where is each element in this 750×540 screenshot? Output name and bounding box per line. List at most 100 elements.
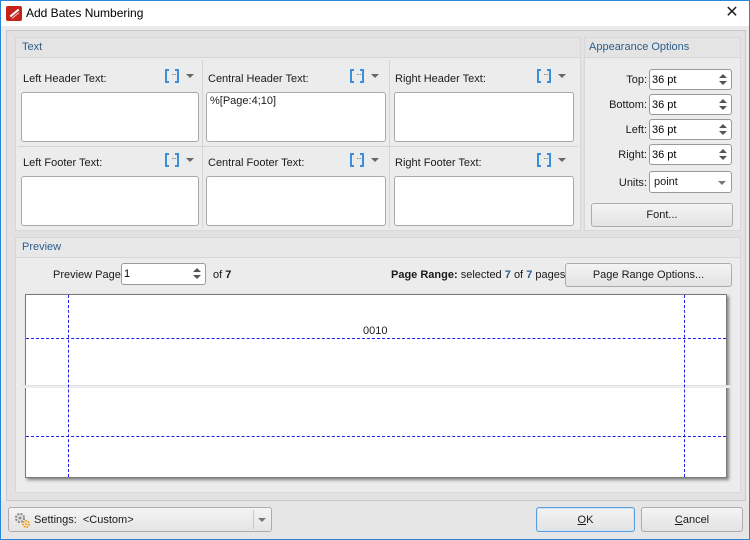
settings-gear-icon	[14, 512, 30, 528]
right-header-input[interactable]	[394, 92, 574, 142]
bottom-margin-spinbox[interactable]	[649, 94, 732, 115]
left-header-input[interactable]	[21, 92, 199, 142]
left-footer-input[interactable]	[21, 176, 199, 226]
left-margin-guide	[68, 295, 69, 477]
insert-macro-icon: ···	[165, 69, 179, 83]
ok-accelerator: O	[577, 513, 587, 526]
central-header-macro-button[interactable]: ···	[346, 65, 384, 86]
cancel-label: ancel	[682, 513, 710, 526]
central-footer-label: Central Footer Text:	[208, 157, 305, 169]
bottom-margin-input[interactable]	[652, 97, 714, 112]
divider	[389, 60, 390, 228]
units-label: Units:	[618, 177, 647, 189]
cancel-accelerator: C	[674, 513, 683, 526]
central-footer-macro-button[interactable]: ···	[346, 149, 384, 170]
left-footer-cell: Left Footer Text: ···	[20, 146, 202, 230]
settings-dropdown[interactable]: Settings: <Custom>	[8, 507, 272, 532]
preview-page-total: of 7	[213, 269, 231, 281]
units-select[interactable]: point	[649, 171, 732, 193]
left-margin-spinbox[interactable]	[649, 119, 732, 140]
text-group-title: Text	[16, 38, 580, 58]
right-margin-spinbox[interactable]	[649, 144, 732, 165]
insert-macro-icon: ···	[537, 69, 551, 83]
right-margin-input[interactable]	[652, 147, 714, 162]
total-pages: 7	[225, 269, 232, 281]
appearance-options-group: Appearance Options Top: Bottom: Left: Ri…	[584, 37, 741, 231]
central-header-label: Central Header Text:	[208, 73, 309, 85]
text-group: Text Left Header Text: ··· Central Heade…	[15, 37, 581, 231]
chevron-down-icon	[558, 74, 566, 78]
preview-page-label: Preview Page	[53, 269, 121, 281]
divider	[202, 60, 203, 228]
insert-macro-icon: ···	[537, 153, 551, 167]
bottom-margin-label: Bottom:	[609, 99, 647, 111]
top-margin-input[interactable]	[652, 72, 714, 87]
chevron-down-icon	[558, 158, 566, 162]
close-icon: ✕	[725, 4, 739, 21]
settings-label: Settings:	[34, 514, 77, 526]
insert-macro-icon: ···	[350, 153, 364, 167]
right-header-cell: Right Header Text: ···	[392, 62, 578, 146]
units-value: point	[654, 176, 678, 188]
of-label: of	[213, 269, 223, 281]
right-footer-cell: Right Footer Text: ···	[392, 146, 578, 230]
spin-arrows-icon[interactable]	[719, 73, 727, 86]
central-header-input[interactable]	[206, 92, 386, 142]
insert-macro-icon: ···	[350, 69, 364, 83]
page-range-total-count: 7	[526, 269, 533, 281]
chevron-down-icon	[258, 518, 266, 522]
page-range-suffix: pages	[535, 269, 566, 281]
left-margin-input[interactable]	[652, 122, 714, 137]
spin-arrows-icon[interactable]	[193, 267, 201, 280]
window-title: Add Bates Numbering	[26, 6, 144, 20]
page-separator	[21, 385, 731, 388]
cancel-button[interactable]: Cancel	[641, 507, 743, 532]
title-bar: Add Bates Numbering ✕	[1, 1, 749, 26]
top-margin-guide	[26, 338, 726, 339]
font-button[interactable]: Font...	[591, 203, 733, 227]
left-footer-label: Left Footer Text:	[23, 157, 103, 169]
settings-text: Settings: <Custom>	[34, 514, 134, 526]
add-bates-numbering-dialog: Add Bates Numbering ✕ Text Left Header T…	[0, 0, 750, 540]
ok-button[interactable]: OK	[536, 507, 635, 532]
page-range-label: Page Range:	[391, 269, 458, 281]
appearance-options-title: Appearance Options	[585, 38, 740, 58]
bates-number-preview: 0010	[363, 325, 388, 337]
central-footer-input[interactable]	[206, 176, 386, 226]
page-range-selected-prefix: selected	[460, 269, 502, 281]
left-header-macro-button[interactable]: ···	[161, 65, 199, 86]
ok-label: K	[586, 513, 594, 526]
page-range-selected-count: 7	[504, 269, 511, 281]
right-header-macro-button[interactable]: ···	[533, 65, 571, 86]
chevron-down-icon	[371, 74, 379, 78]
central-header-cell: Central Header Text: ···	[205, 62, 389, 146]
chevron-down-icon	[186, 158, 194, 162]
top-margin-spinbox[interactable]	[649, 69, 732, 90]
right-margin-label: Right:	[618, 149, 647, 161]
left-header-cell: Left Header Text: ···	[20, 62, 202, 146]
right-footer-input[interactable]	[394, 176, 574, 226]
left-footer-macro-button[interactable]: ···	[161, 149, 199, 170]
right-margin-guide	[684, 295, 685, 477]
spin-arrows-icon[interactable]	[719, 123, 727, 136]
central-footer-cell: Central Footer Text: ···	[205, 146, 389, 230]
right-header-label: Right Header Text:	[395, 73, 486, 85]
page-range-options-button[interactable]: Page Range Options...	[565, 263, 732, 287]
close-button[interactable]: ✕	[715, 1, 749, 26]
left-margin-label: Left:	[625, 124, 647, 136]
spin-arrows-icon[interactable]	[719, 98, 727, 111]
preview-page-spinbox[interactable]	[121, 263, 206, 285]
chevron-down-icon	[186, 74, 194, 78]
preview-title: Preview	[16, 238, 740, 258]
chevron-down-icon	[371, 158, 379, 162]
page-range-summary: Page Range: selected 7 of 7 pages	[391, 269, 565, 281]
page-range-of: of	[513, 269, 524, 281]
bottom-margin-guide	[26, 436, 726, 437]
divider	[253, 510, 254, 529]
right-footer-macro-button[interactable]: ···	[533, 149, 571, 170]
right-footer-label: Right Footer Text:	[395, 157, 482, 169]
chevron-down-icon	[718, 181, 726, 185]
left-header-label: Left Header Text:	[23, 73, 107, 85]
spin-arrows-icon[interactable]	[719, 148, 727, 161]
preview-page-input[interactable]	[124, 266, 186, 281]
